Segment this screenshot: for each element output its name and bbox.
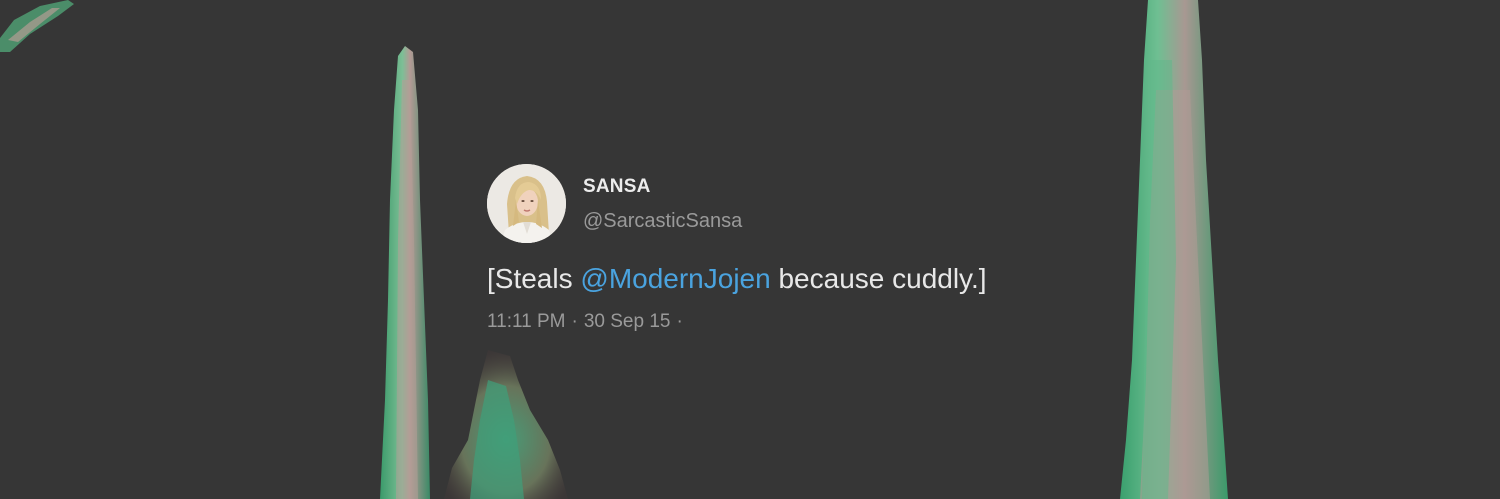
tweet-text-prefix: [Steals [487, 263, 581, 294]
header-banner: SANSA @SarcasticSansa [Steals @ModernJoj… [0, 0, 1500, 499]
tweet-card: SANSA @SarcasticSansa [Steals @ModernJoj… [487, 164, 1107, 344]
meta-separator: · [571, 311, 578, 332]
tweet-date[interactable]: 30 Sep 15 [584, 311, 671, 332]
tweet-time[interactable]: 11:11 PM [487, 311, 566, 332]
display-name[interactable]: SANSA [583, 176, 651, 198]
user-handle[interactable]: @SarcasticSansa [583, 210, 742, 233]
tweet-text: [Steals @ModernJojen because cuddly.] [487, 263, 987, 295]
meta-trailing-separator: · [676, 311, 683, 332]
tweet-metadata: 11:11 PM · 30 Sep 15 · [487, 311, 689, 333]
tweet-text-suffix: because cuddly.] [770, 263, 987, 294]
mention-link[interactable]: @ModernJojen [580, 263, 770, 294]
avatar[interactable] [487, 164, 566, 243]
